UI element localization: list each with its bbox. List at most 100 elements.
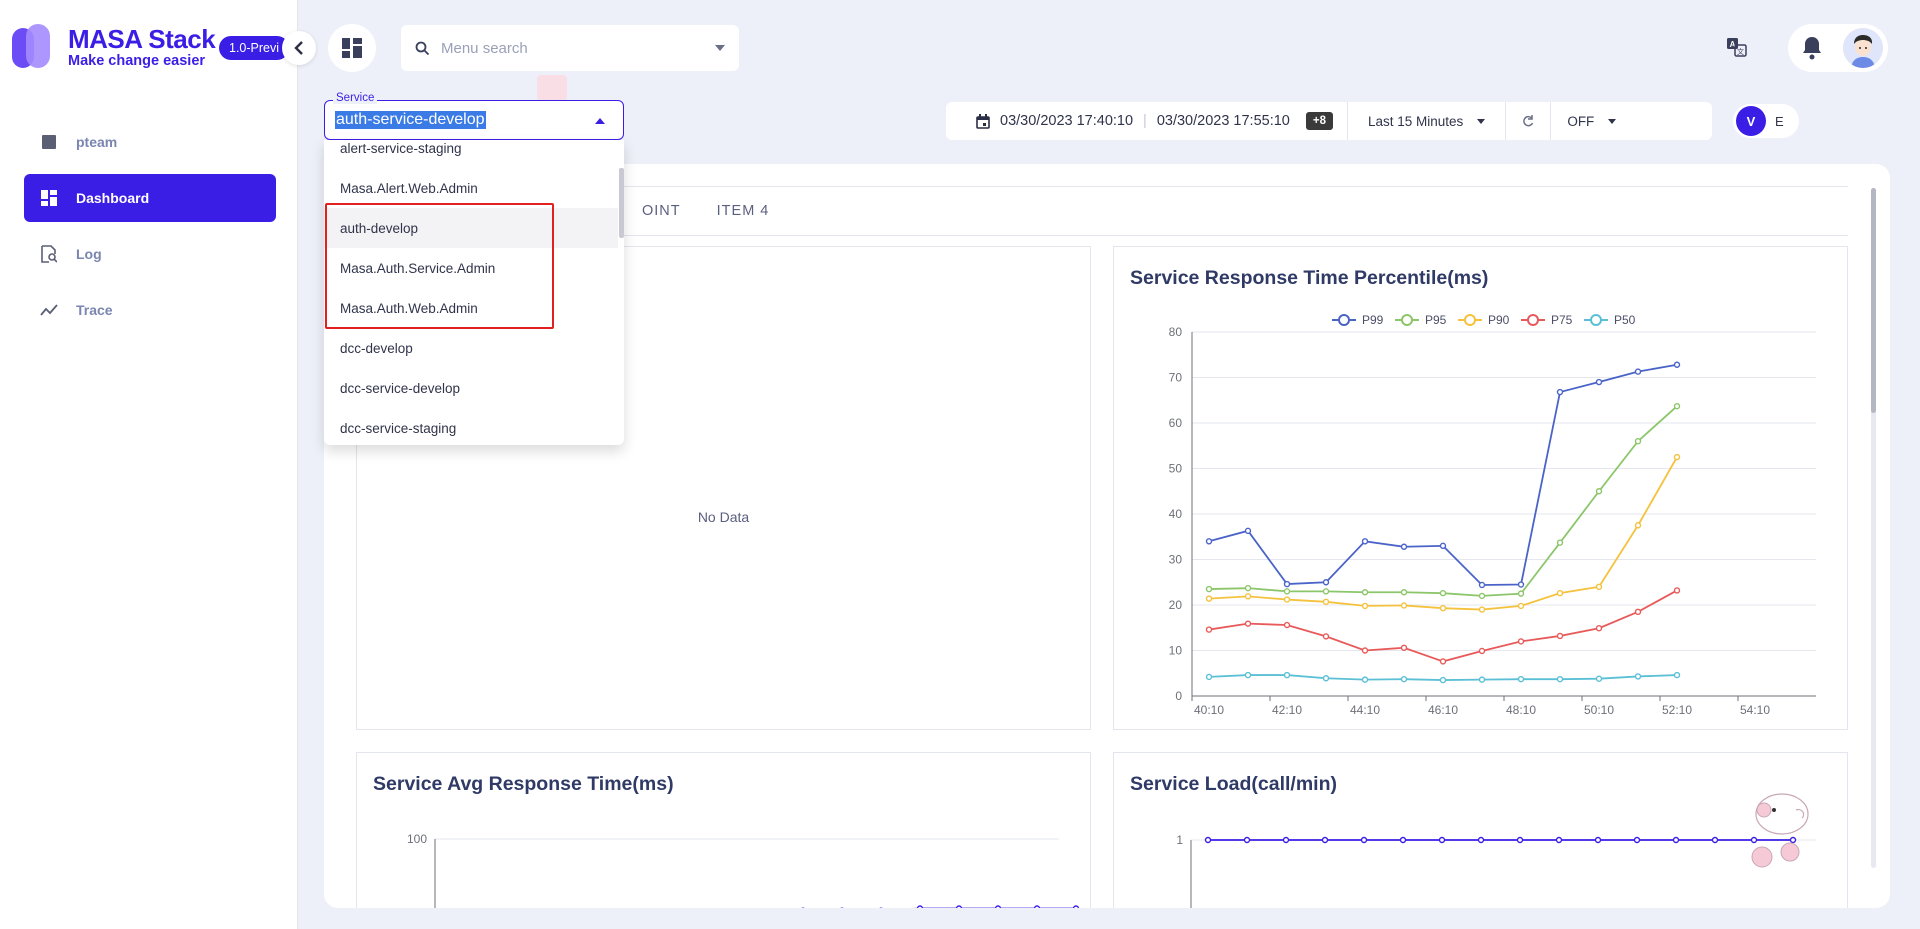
sidebar-item-pteam[interactable]: pteam [24, 118, 276, 166]
data-point [1205, 673, 1213, 681]
x-tick-label: 42:10 [1272, 703, 1302, 717]
service-select[interactable]: Service auth-service-develop [324, 92, 624, 140]
auto-refresh-select[interactable]: OFF [1551, 102, 1640, 140]
data-point [1634, 673, 1642, 680]
y-tick-label: 50 [1169, 462, 1183, 476]
view-toggle-v[interactable]: V [1736, 106, 1766, 136]
translate-icon[interactable]: A 文 [1726, 36, 1748, 58]
legend-marker [1590, 314, 1602, 326]
data-point [1556, 632, 1564, 640]
data-point [1322, 579, 1330, 586]
data-point [1244, 671, 1252, 679]
avg-response-chart: 100 [407, 832, 1080, 908]
timezone-badge[interactable]: +8 [1305, 112, 1333, 130]
masa-logo[interactable]: MASA Stack Make change easier [12, 24, 216, 70]
masa-logo-mark [12, 24, 56, 70]
data-point [1517, 602, 1525, 610]
refresh-button[interactable] [1506, 102, 1552, 140]
date-range-picker[interactable]: 03/30/2023 17:40:10 | 03/30/2023 17:55:1… [946, 102, 1348, 140]
legend-label: P90 [1488, 313, 1510, 327]
sidebar: MASA Stack Make change easier 1.0-Previ … [0, 0, 298, 929]
tab-endpoint[interactable]: OINT [624, 203, 699, 219]
data-point [1205, 538, 1213, 545]
data-point [1072, 905, 1080, 908]
data-point [1595, 583, 1603, 590]
data-point [1478, 606, 1486, 613]
x-tick-label: 44:10 [1350, 703, 1380, 717]
sidebar-item-log[interactable]: Log [24, 230, 276, 278]
y-tick-label: 1 [1176, 833, 1183, 847]
dropdown-scrollbar[interactable] [619, 168, 624, 238]
menu-search-input[interactable]: Menu search [401, 25, 739, 71]
data-point [1672, 836, 1680, 844]
data-point [1033, 905, 1041, 908]
chevron-down-icon [1608, 118, 1617, 124]
quick-range-select[interactable]: Last 15 Minutes [1348, 102, 1507, 140]
data-point [1282, 836, 1290, 844]
mascot-sticker [1751, 793, 1809, 868]
scrollbar-thumb[interactable] [1871, 188, 1876, 413]
dropdown-option[interactable]: dcc-service-develop [324, 368, 618, 408]
data-point [1400, 543, 1408, 550]
data-point [1517, 638, 1525, 645]
data-point [1477, 836, 1485, 844]
trace-icon [40, 301, 58, 319]
service-value[interactable]: auth-service-develop [335, 111, 486, 129]
calendar-icon [976, 113, 990, 129]
data-point [1244, 584, 1252, 592]
chevron-down-icon[interactable] [715, 45, 725, 51]
data-point [1322, 588, 1330, 595]
legend-marker [1464, 314, 1476, 326]
tab-item-4[interactable]: ITEM 4 [699, 203, 788, 219]
data-point [916, 905, 924, 908]
data-point [1283, 596, 1291, 603]
end-time[interactable]: 03/30/2023 17:55:10 [1157, 113, 1290, 129]
dropdown-option[interactable]: Masa.Alert.Web.Admin [324, 168, 618, 208]
data-point [1244, 620, 1252, 627]
menu-search-placeholder: Menu search [441, 39, 528, 57]
data-point [1244, 527, 1252, 535]
data-point [1205, 626, 1213, 633]
data-point [1283, 580, 1291, 588]
data-point [1556, 388, 1564, 396]
refresh-icon [1523, 115, 1534, 127]
data-point [1634, 608, 1642, 616]
data-point [1283, 621, 1291, 629]
x-tick-label: 40:10 [1194, 703, 1224, 717]
avatar[interactable] [1843, 28, 1883, 68]
dropdown-option[interactable]: alert-service-staging [324, 140, 618, 168]
data-point [1400, 675, 1408, 683]
data-point [1673, 361, 1681, 368]
chevron-up-icon[interactable] [595, 118, 605, 124]
x-tick-label: 48:10 [1506, 703, 1536, 717]
x-tick-label: 54:10 [1740, 703, 1770, 717]
data-point [1439, 604, 1447, 612]
y-tick-label: 70 [1169, 371, 1183, 385]
sidebar-nav: pteam Dashboard Log Trace [24, 118, 276, 342]
data-point [1438, 836, 1446, 844]
apps-grid-icon [342, 38, 362, 58]
start-time[interactable]: 03/30/2023 17:40:10 [1000, 113, 1133, 129]
collapse-sidebar-button[interactable] [282, 31, 316, 65]
sidebar-item-trace[interactable]: Trace [24, 286, 276, 334]
data-point [1360, 836, 1368, 844]
panel-percentile: Service Response Time Percentile(ms) 0 10… [1113, 246, 1848, 730]
sidebar-item-label: Log [76, 246, 102, 262]
sidebar-item-dashboard[interactable]: Dashboard [24, 174, 276, 222]
data-point [1400, 589, 1408, 596]
data-point [1634, 437, 1642, 445]
data-point [1673, 453, 1681, 461]
legend-label: P99 [1362, 313, 1384, 327]
dropdown-option[interactable]: dcc-service-staging [324, 408, 618, 445]
x-tick-label: 50:10 [1584, 703, 1614, 717]
view-toggle-e[interactable]: E [1775, 114, 1784, 129]
data-point [1244, 593, 1252, 600]
data-point [1322, 675, 1330, 682]
y-tick-label: 80 [1169, 325, 1183, 339]
apps-button[interactable] [328, 24, 376, 72]
bell-icon[interactable] [1800, 35, 1824, 61]
scrollbar[interactable] [1871, 188, 1876, 868]
data-point [955, 905, 963, 908]
dropdown-option[interactable]: dcc-develop [324, 328, 618, 368]
view-toggle[interactable]: V E [1733, 104, 1799, 138]
